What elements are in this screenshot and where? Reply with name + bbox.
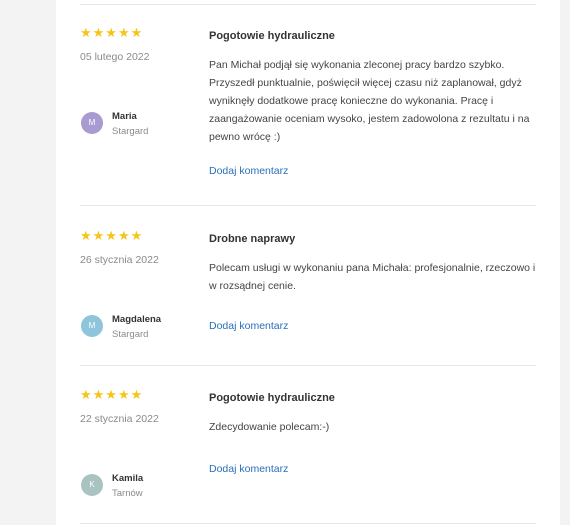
review-text: Zdecydowanie polecam:-) — [209, 421, 330, 433]
avatar: K — [81, 474, 103, 496]
add-comment-link[interactable]: Dodaj komentarz — [209, 463, 288, 475]
review-date: 26 stycznia 2022 — [80, 254, 159, 266]
review-title: Drobne naprawy — [209, 233, 296, 245]
reviewer-name: Kamila — [112, 473, 144, 484]
divider — [80, 523, 536, 524]
add-comment-link[interactable]: Dodaj komentarz — [209, 165, 288, 177]
review-date: 05 lutego 2022 — [80, 51, 150, 63]
star-rating: ★★★★★ — [80, 228, 144, 243]
divider — [80, 365, 536, 366]
reviewer-name: Maria — [112, 111, 137, 122]
review-title: Pogotowie hydrauliczne — [209, 30, 335, 42]
avatar: M — [81, 112, 103, 134]
add-comment-link[interactable]: Dodaj komentarz — [209, 320, 288, 332]
divider — [80, 4, 536, 5]
star-rating: ★★★★★ — [80, 25, 144, 40]
star-rating: ★★★★★ — [80, 387, 144, 402]
reviewer-city: Tarnów — [112, 488, 143, 499]
review-text: Pan Michał podjął się wykonania zleconej… — [209, 59, 530, 143]
review-text: Polecam usługi w wykonaniu pana Michała:… — [209, 262, 536, 292]
reviewer-city: Stargard — [112, 126, 149, 137]
divider — [80, 205, 536, 206]
review-date: 22 stycznia 2022 — [80, 413, 159, 425]
review-title: Pogotowie hydrauliczne — [209, 392, 335, 404]
avatar: M — [81, 315, 103, 337]
reviewer-city: Stargard — [112, 329, 149, 340]
reviewer-name: Magdalena — [112, 314, 162, 325]
